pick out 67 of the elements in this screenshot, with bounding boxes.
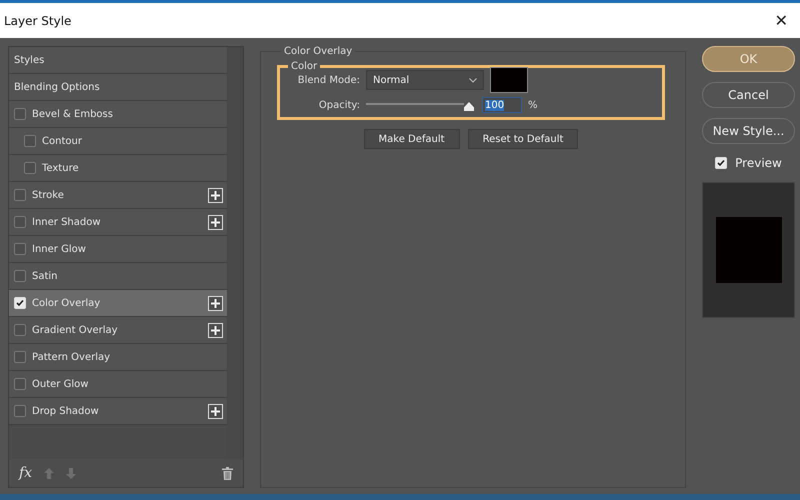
checkbox[interactable] xyxy=(14,324,26,336)
blend-mode-dropdown[interactable]: Normal xyxy=(366,70,484,90)
style-list-item[interactable]: Outer Glow xyxy=(9,371,227,398)
group-title: Color xyxy=(290,61,318,72)
style-list-item[interactable]: Inner Glow xyxy=(9,236,227,263)
checkmark-icon xyxy=(717,159,726,167)
style-list-item[interactable]: Pattern Overlay xyxy=(9,344,227,371)
unit-label: % xyxy=(528,100,538,110)
default-button[interactable]: Reset to Default xyxy=(468,129,578,149)
checkbox[interactable] xyxy=(14,243,26,255)
style-label: Stroke xyxy=(32,190,65,200)
checkbox[interactable] xyxy=(14,216,26,228)
style-list-item[interactable]: Drop Shadow xyxy=(9,398,227,425)
style-list-item[interactable]: Texture xyxy=(9,155,227,182)
style-list-item[interactable]: Bevel & Emboss xyxy=(9,101,227,128)
checkbox[interactable] xyxy=(14,378,26,390)
style-label: Gradient Overlay xyxy=(32,324,119,336)
color-swatch[interactable] xyxy=(490,67,528,93)
checkbox[interactable] xyxy=(24,135,36,147)
chevron-down-icon xyxy=(469,78,477,82)
style-label: Pattern Overlay xyxy=(32,352,112,362)
checkbox[interactable] xyxy=(14,351,26,363)
style-list-item[interactable]: Styles xyxy=(9,47,227,74)
add-button[interactable] xyxy=(208,296,223,310)
add-button[interactable] xyxy=(208,404,223,418)
style-label: Inner Glow xyxy=(32,244,87,254)
fx-button[interactable]: fx xyxy=(19,465,32,481)
checkbox[interactable] xyxy=(14,270,26,282)
down-arrow-icon[interactable] xyxy=(66,468,76,478)
opacity-field[interactable]: 100 xyxy=(482,97,522,113)
style-label: Blending Options xyxy=(14,82,101,92)
preview-label: Preview xyxy=(735,156,782,170)
close-button[interactable]: ✕ xyxy=(770,11,792,30)
style-label: Color Overlay xyxy=(32,298,102,308)
add-button[interactable] xyxy=(208,214,223,230)
style-label: Styles xyxy=(14,54,46,66)
up-arrow-icon[interactable] xyxy=(44,468,54,478)
style-label: Satin xyxy=(32,270,59,282)
group-title: Color Overlay xyxy=(283,46,354,57)
field-label: Opacity: xyxy=(318,100,360,110)
trash-icon[interactable] xyxy=(222,466,233,480)
style-list-item[interactable]: Inner Shadow xyxy=(9,209,227,236)
dialog-button[interactable]: Cancel xyxy=(702,82,795,108)
style-label: Drop Shadow xyxy=(32,406,100,416)
style-label: Inner Shadow xyxy=(32,216,102,228)
style-label: Texture xyxy=(42,162,80,174)
slider-thumb[interactable] xyxy=(464,102,474,111)
style-label: Contour xyxy=(42,136,83,146)
style-list-item[interactable]: Contour xyxy=(9,128,227,155)
checkmark-icon xyxy=(16,299,24,307)
field-label: Blend Mode: xyxy=(296,74,360,86)
checkbox[interactable] xyxy=(24,162,36,174)
style-label: Bevel & Emboss xyxy=(32,108,114,120)
checkbox[interactable] xyxy=(14,405,26,417)
style-list-item[interactable]: Stroke xyxy=(9,182,227,209)
checkbox[interactable] xyxy=(14,189,26,201)
add-button[interactable] xyxy=(208,188,223,202)
style-list-item[interactable]: Gradient Overlay xyxy=(9,317,227,344)
add-button[interactable] xyxy=(208,322,223,338)
style-list-item[interactable]: Color Overlay xyxy=(9,290,227,317)
default-button[interactable]: Make Default xyxy=(364,129,460,149)
window-title: Layer Style xyxy=(4,14,72,28)
style-list-item[interactable]: Blending Options xyxy=(9,74,227,101)
style-label: Outer Glow xyxy=(32,378,90,390)
dialog-button[interactable]: New Style... xyxy=(702,118,795,144)
checkbox[interactable] xyxy=(14,108,26,120)
style-list-item[interactable]: Satin xyxy=(9,263,227,290)
